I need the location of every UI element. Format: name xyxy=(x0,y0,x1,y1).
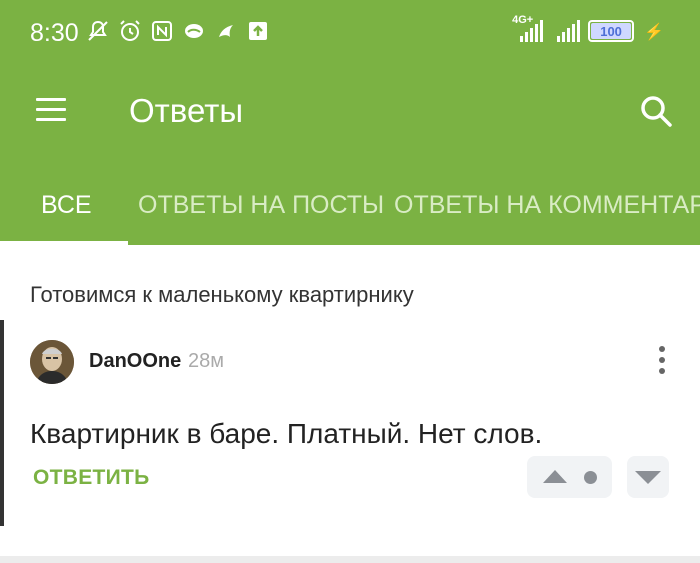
app-notification-icon xyxy=(214,18,238,44)
mute-notifications-icon xyxy=(86,18,110,44)
thread-line xyxy=(0,320,4,526)
network-type: 4G+ xyxy=(512,14,534,26)
upvote-icon[interactable] xyxy=(543,470,567,483)
page-title: Ответы xyxy=(129,92,244,129)
avatar[interactable] xyxy=(30,340,74,384)
status-icons xyxy=(86,18,270,44)
comment-text: Квартирник в баре. Платный. Нет слов. xyxy=(30,418,543,449)
rating-dot-icon xyxy=(584,471,597,484)
more-options-icon[interactable] xyxy=(656,346,668,378)
status-bar: 8:30 4G+ 100 ⚡ xyxy=(0,0,700,68)
nfc-icon xyxy=(150,18,174,44)
status-right: 4G+ 100 ⚡ xyxy=(512,14,664,42)
tab-comment-replies[interactable]: ОТВЕТЫ НА КОММЕНТАР xyxy=(394,191,700,220)
comment-time: 28м xyxy=(188,350,224,372)
battery-icon: 100 xyxy=(588,20,635,42)
tab-all[interactable]: ВСЕ xyxy=(41,191,92,220)
charging-icon: ⚡ xyxy=(644,24,664,41)
reply-button[interactable]: ОТВЕТИТЬ xyxy=(33,466,150,490)
upload-icon xyxy=(246,18,270,44)
vote-controls xyxy=(527,456,612,498)
active-tab-indicator xyxy=(0,241,128,245)
mobile-signal-icon: 4G+ xyxy=(512,14,544,42)
app-notification-icon xyxy=(182,18,206,44)
app-header: 8:30 4G+ 100 ⚡ Ответы ВСЕ ОТВЕТЫ НА ПОСТ… xyxy=(0,0,700,245)
tab-post-replies[interactable]: ОТВЕТЫ НА ПОСТЫ xyxy=(138,191,384,220)
status-time: 8:30 xyxy=(30,19,79,47)
divider xyxy=(0,556,700,563)
downvote-icon[interactable] xyxy=(635,471,661,484)
tab-bar: ВСЕ ОТВЕТЫ НА ПОСТЫ ОТВЕТЫ НА КОММЕНТАР xyxy=(0,175,700,245)
search-icon[interactable] xyxy=(639,94,673,128)
post-title[interactable]: Готовимся к маленькому квартирнику xyxy=(30,282,414,308)
battery-level: 100 xyxy=(600,23,622,39)
signal-strength-icon xyxy=(557,18,581,42)
menu-icon[interactable] xyxy=(36,98,66,124)
downvote-button[interactable] xyxy=(627,456,669,498)
comment-author[interactable]: DanOOne xyxy=(89,350,181,373)
alarm-icon xyxy=(118,18,142,44)
